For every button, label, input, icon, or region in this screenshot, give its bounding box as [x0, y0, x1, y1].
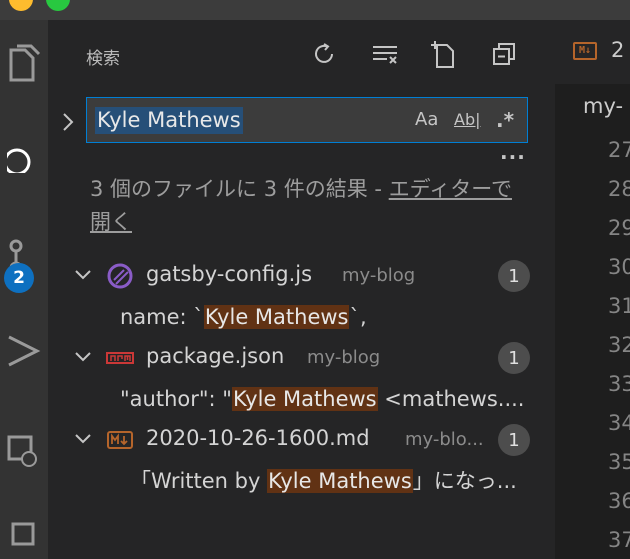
results-summary: 3 個のファイルに 3 件の結果 - エディターで開く — [90, 173, 520, 239]
gatsby-icon — [106, 262, 134, 290]
search-input-value: Kyle Mathews — [95, 107, 243, 134]
match-context-before: "author": " — [120, 387, 232, 411]
line-number: 27 — [608, 138, 630, 162]
match-count-badge: 1 — [498, 342, 530, 374]
match-case-button[interactable]: Aa — [415, 107, 438, 133]
search-icon[interactable] — [0, 132, 48, 180]
match-context-before: 「Written by — [130, 469, 268, 493]
chevron-down-icon[interactable] — [74, 348, 92, 366]
line-number: 29 — [608, 216, 630, 240]
file-name: 2020-10-26-1600.md — [146, 426, 370, 450]
chevron-down-icon[interactable] — [74, 266, 92, 284]
match-context-after: `, — [349, 305, 367, 329]
line-number: 30 — [608, 255, 630, 279]
editor-area: M↓ 2 my- 27 28 29 30 31 32 33 34 35 36 3… — [555, 20, 630, 559]
line-number: 35 — [608, 450, 630, 474]
minimize-window-button[interactable] — [9, 0, 33, 11]
source-control-badge: 2 — [4, 263, 34, 293]
match-count-badge: 1 — [498, 424, 530, 456]
activity-bar: 2 — [0, 20, 48, 559]
explorer-icon[interactable] — [0, 40, 48, 88]
line-number: 37 — [608, 528, 630, 552]
npm-icon — [106, 344, 134, 372]
editor-tab-strip: M↓ 2 — [555, 20, 630, 84]
result-file-markdown[interactable]: 2020-10-26-1600.md my-blo... 1 — [48, 420, 555, 460]
remote-explorer-icon[interactable] — [0, 425, 48, 473]
sidebar-title: 検索 — [86, 49, 120, 69]
refresh-icon[interactable] — [308, 38, 340, 70]
file-directory: my-blo... — [405, 429, 484, 450]
line-number: 36 — [608, 489, 630, 513]
line-number: 31 — [608, 294, 630, 318]
markdown-icon — [106, 426, 134, 454]
new-search-editor-icon[interactable] — [429, 38, 461, 70]
match-context-before: name: ` — [120, 305, 204, 329]
match-highlight: Kyle Mathews — [231, 387, 378, 411]
title-bar — [0, 0, 630, 20]
breadcrumb[interactable]: my- — [583, 94, 623, 118]
collapse-all-icon[interactable] — [488, 38, 520, 70]
match-count-badge: 1 — [498, 260, 530, 292]
match-context-after: <mathews.... — [377, 387, 525, 411]
line-number: 28 — [608, 177, 630, 201]
maximize-window-button[interactable] — [46, 0, 70, 11]
file-name: gatsby-config.js — [146, 262, 313, 286]
match-line[interactable]: name: `Kyle Mathews`, — [120, 301, 550, 333]
run-debug-icon[interactable] — [0, 325, 48, 373]
chevron-down-icon[interactable] — [74, 430, 92, 448]
search-input[interactable]: Kyle Mathews Aa Ab| .* — [86, 97, 528, 143]
line-number: 33 — [608, 372, 630, 396]
line-number: 32 — [608, 333, 630, 357]
match-line[interactable]: "author": "Kyle Mathews <mathews.... — [120, 383, 548, 415]
result-file-gatsby-config[interactable]: gatsby-config.js my-blog 1 — [48, 256, 555, 296]
editor-tab-label[interactable]: 2 — [611, 38, 624, 62]
match-context-after: 」になっ... — [412, 469, 517, 493]
markdown-icon: M↓ — [573, 42, 597, 60]
results-summary-text: 3 個のファイルに 3 件の結果 - — [90, 177, 389, 201]
use-regex-button[interactable]: .* — [496, 107, 514, 133]
result-file-package-json[interactable]: package.json my-blog 1 — [48, 338, 555, 378]
line-number: 34 — [608, 411, 630, 435]
file-name: package.json — [146, 344, 285, 368]
match-whole-word-button[interactable]: Ab| — [454, 107, 481, 133]
file-directory: my-blog — [307, 347, 381, 368]
clear-results-icon[interactable] — [369, 38, 401, 70]
vscode-window: 2 検索 Kyle Mathews Aa Ab| .* ··· 3 個のファイル… — [0, 0, 630, 559]
toggle-replace-button[interactable] — [58, 110, 78, 134]
extensions-icon[interactable] — [0, 510, 48, 558]
toggle-search-details-button[interactable]: ··· — [500, 145, 526, 169]
match-line[interactable]: 「Written by Kyle Mathews」になっ... — [130, 465, 545, 497]
file-directory: my-blog — [342, 265, 416, 286]
search-sidebar: 検索 Kyle Mathews Aa Ab| .* ··· 3 個のファイルに … — [48, 20, 555, 559]
match-highlight: Kyle Mathews — [267, 469, 413, 493]
match-highlight: Kyle Mathews — [203, 305, 350, 329]
